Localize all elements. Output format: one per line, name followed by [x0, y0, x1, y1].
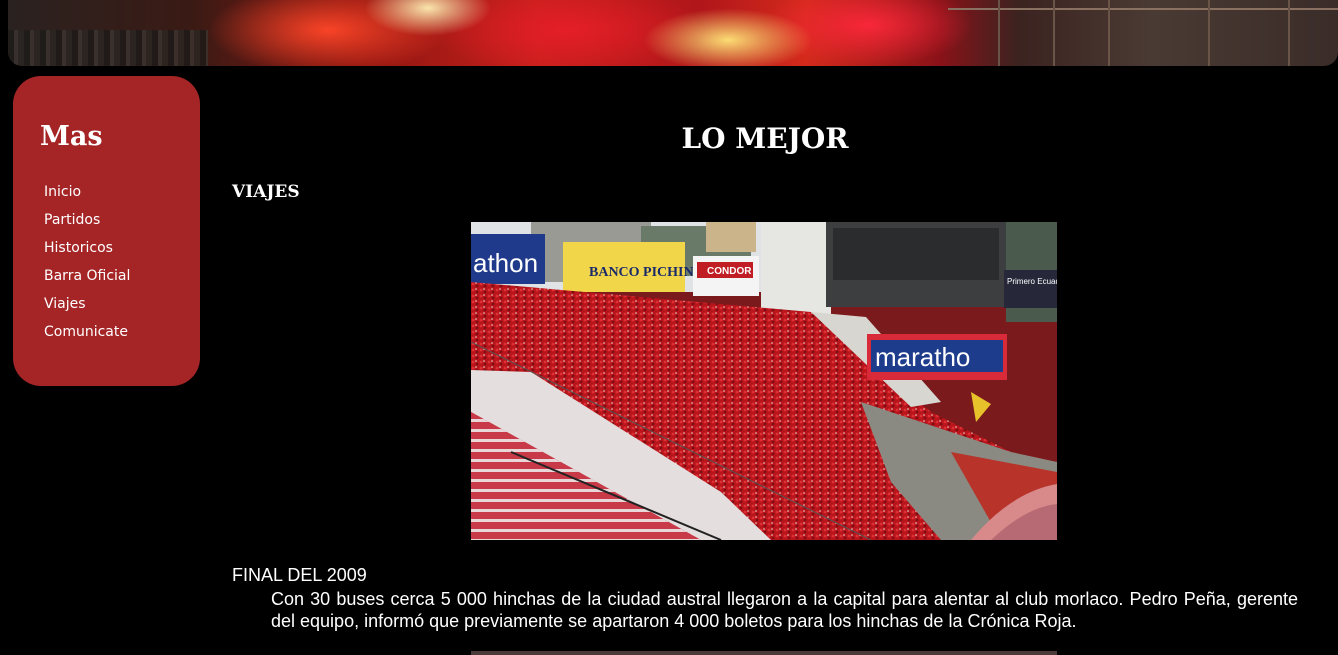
sidebar-item-barra-oficial: Barra Oficial	[44, 266, 130, 294]
section-heading: VIAJES	[232, 182, 300, 202]
caption-heading: FINAL DEL 2009	[232, 565, 367, 585]
sidebar: Mas Inicio Partidos Historicos Barra Ofi…	[13, 76, 200, 386]
menu-link-historicos[interactable]: Historicos	[44, 240, 113, 256]
sidebar-menu: Inicio Partidos Historicos Barra Oficial…	[44, 182, 130, 350]
caption-body: Con 30 buses cerca 5 000 hinchas de la c…	[271, 589, 1298, 631]
sidebar-item-inicio: Inicio	[44, 182, 130, 210]
menu-link-comunicate[interactable]: Comunicate	[44, 324, 128, 340]
sidebar-item-viajes: Viajes	[44, 294, 130, 322]
sidebar-item-comunicate: Comunicate	[44, 322, 130, 350]
sign-maratho: maratho	[875, 342, 970, 372]
stadium-photo: athon BANCO PICHINCHA CONDOR Primero Ecu…	[471, 222, 1057, 540]
next-photo-edge	[471, 651, 1057, 655]
menu-link-barra-oficial[interactable]: Barra Oficial	[44, 268, 130, 284]
sign-condor: CONDOR	[707, 266, 752, 277]
menu-link-viajes[interactable]: Viajes	[44, 296, 86, 312]
menu-link-inicio[interactable]: Inicio	[44, 184, 81, 200]
menu-link-partidos[interactable]: Partidos	[44, 212, 100, 228]
sidebar-item-historicos: Historicos	[44, 238, 130, 266]
sidebar-item-partidos: Partidos	[44, 210, 130, 238]
sign-athon: athon	[473, 248, 538, 278]
sidebar-title: Mas	[40, 121, 103, 152]
page-title: LO MEJOR	[681, 122, 849, 155]
header-banner-image	[8, 0, 1338, 66]
sign-primero-ecuador: Primero Ecuador	[1007, 277, 1057, 286]
